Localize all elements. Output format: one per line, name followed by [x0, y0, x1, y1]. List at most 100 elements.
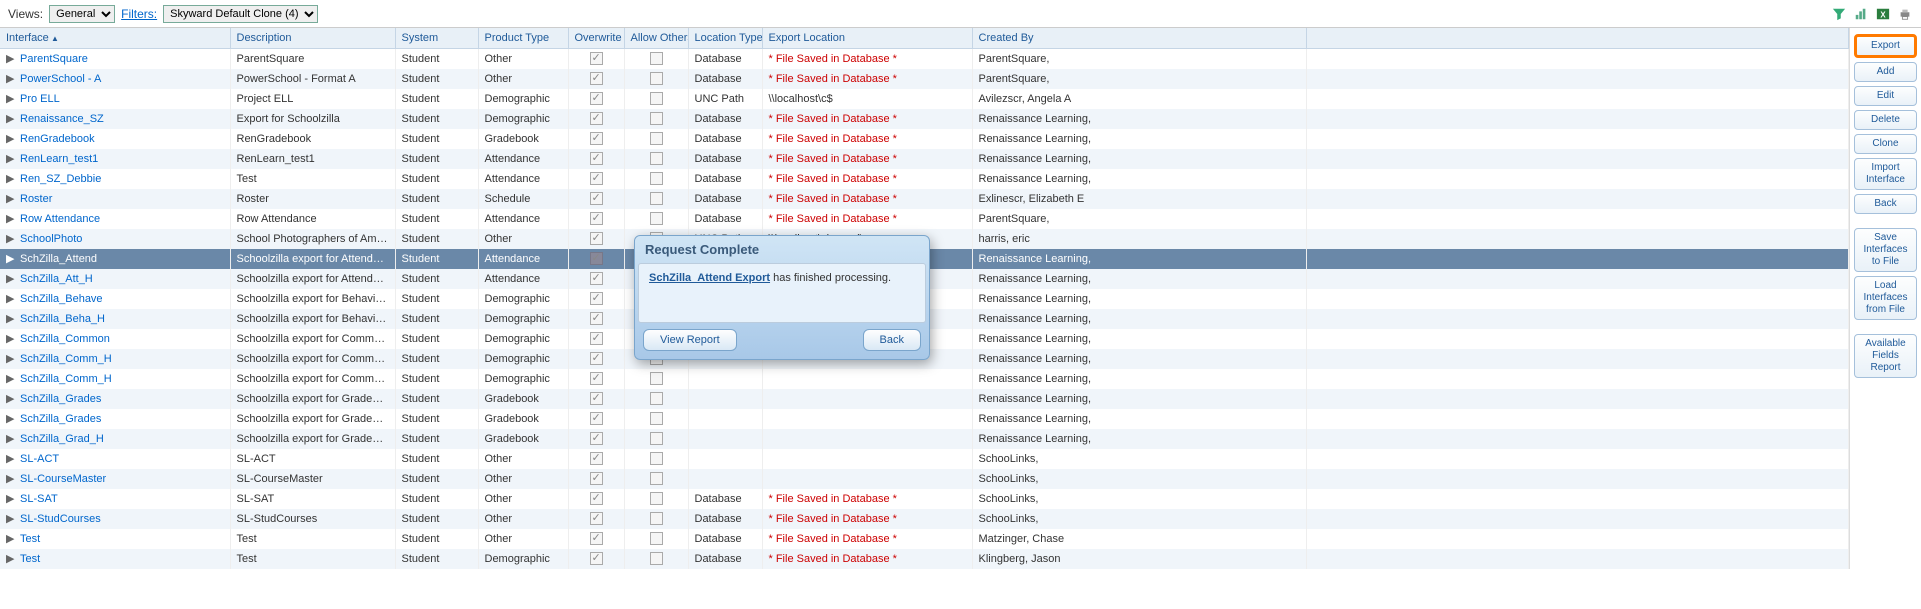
interface-name[interactable]: Test — [20, 533, 40, 545]
table-row[interactable]: ▶TestTestStudentOtherDatabase* File Save… — [0, 529, 1849, 549]
excel-icon[interactable]: X — [1875, 6, 1891, 22]
expand-icon[interactable]: ▶ — [6, 272, 16, 285]
interface-name[interactable]: ParentSquare — [20, 53, 88, 65]
table-row[interactable]: ▶SchZilla_Comm_HSchoolzilla export for C… — [0, 369, 1849, 389]
expand-icon[interactable]: ▶ — [6, 372, 16, 385]
interface-name[interactable]: RenLearn_test1 — [20, 153, 98, 165]
expand-icon[interactable]: ▶ — [6, 332, 16, 345]
save-interfaces-button[interactable]: Save Interfaces to File — [1854, 228, 1917, 272]
clone-button[interactable]: Clone — [1854, 134, 1917, 154]
col-allow-others[interactable]: Allow Others — [624, 28, 688, 49]
expand-icon[interactable]: ▶ — [6, 172, 16, 185]
expand-icon[interactable]: ▶ — [6, 212, 16, 225]
dialog-back-button[interactable]: Back — [863, 329, 921, 351]
dialog-export-link[interactable]: SchZilla_Attend Export — [649, 272, 770, 284]
interface-name[interactable]: PowerSchool - A — [20, 73, 101, 85]
print-icon[interactable] — [1897, 6, 1913, 22]
expand-icon[interactable]: ▶ — [6, 192, 16, 205]
expand-icon[interactable]: ▶ — [6, 472, 16, 485]
col-product-type[interactable]: Product Type — [478, 28, 568, 49]
expand-icon[interactable]: ▶ — [6, 72, 16, 85]
col-export-location[interactable]: Export Location — [762, 28, 972, 49]
col-location-type[interactable]: Location Type — [688, 28, 762, 49]
table-row[interactable]: ▶SchZilla_GradesSchoolzilla export for G… — [0, 409, 1849, 429]
table-row[interactable]: ▶SchZilla_GradesSchoolzilla export for G… — [0, 389, 1849, 409]
expand-icon[interactable]: ▶ — [6, 352, 16, 365]
interface-name[interactable]: Ren_SZ_Debbie — [20, 173, 101, 185]
expand-icon[interactable]: ▶ — [6, 532, 16, 545]
interface-name[interactable]: SchZilla_Att_H — [20, 273, 93, 285]
expand-icon[interactable]: ▶ — [6, 412, 16, 425]
filters-label[interactable]: Filters: — [121, 7, 157, 21]
interface-name[interactable]: SchZilla_Beha_H — [20, 313, 105, 325]
col-description[interactable]: Description — [230, 28, 395, 49]
table-row[interactable]: ▶PowerSchool - APowerSchool - Format ASt… — [0, 69, 1849, 89]
interface-name[interactable]: SchZilla_Attend — [20, 253, 97, 265]
interface-name[interactable]: SL-StudCourses — [20, 513, 101, 525]
interface-name[interactable]: Row Attendance — [20, 213, 100, 225]
load-interfaces-button[interactable]: Load Interfaces from File — [1854, 276, 1917, 320]
export-button[interactable]: Export — [1854, 34, 1917, 58]
chart-icon[interactable] — [1853, 6, 1869, 22]
interface-name[interactable]: SL-CourseMaster — [20, 473, 106, 485]
interface-name[interactable]: SchZilla_Comm_H — [20, 373, 112, 385]
back-button[interactable]: Back — [1854, 194, 1917, 214]
col-system[interactable]: System — [395, 28, 478, 49]
interface-name[interactable]: SchZilla_Grades — [20, 393, 101, 405]
interface-name[interactable]: SchZilla_Grad_H — [20, 433, 104, 445]
table-row[interactable]: ▶RenLearn_test1RenLearn_test1StudentAtte… — [0, 149, 1849, 169]
expand-icon[interactable]: ▶ — [6, 132, 16, 145]
table-row[interactable]: ▶Row AttendanceRow AttendanceStudentAtte… — [0, 209, 1849, 229]
import-interface-button[interactable]: Import Interface — [1854, 158, 1917, 190]
interface-name[interactable]: Renaissance_SZ — [20, 113, 104, 125]
table-row[interactable]: ▶TestTestStudentDemographicDatabase* Fil… — [0, 549, 1849, 569]
interface-name[interactable]: RenGradebook — [20, 133, 95, 145]
interface-name[interactable]: SL-SAT — [20, 493, 58, 505]
table-row[interactable]: ▶SL-SATSL-SATStudentOtherDatabase* File … — [0, 489, 1849, 509]
table-row[interactable]: ▶Renaissance_SZExport for SchoolzillaStu… — [0, 109, 1849, 129]
expand-icon[interactable]: ▶ — [6, 92, 16, 105]
table-row[interactable]: ▶Pro ELLProject ELLStudentDemographicUNC… — [0, 89, 1849, 109]
delete-button[interactable]: Delete — [1854, 110, 1917, 130]
interface-name[interactable]: SchZilla_Comm_H — [20, 353, 112, 365]
interface-name[interactable]: SchoolPhoto — [20, 233, 82, 245]
interface-name[interactable]: Pro ELL — [20, 93, 60, 105]
expand-icon[interactable]: ▶ — [6, 232, 16, 245]
table-row[interactable]: ▶SL-StudCoursesSL-StudCoursesStudentOthe… — [0, 509, 1849, 529]
col-created-by[interactable]: Created By — [972, 28, 1306, 49]
expand-icon[interactable]: ▶ — [6, 452, 16, 465]
available-fields-button[interactable]: Available Fields Report — [1854, 334, 1917, 378]
expand-icon[interactable]: ▶ — [6, 52, 16, 65]
expand-icon[interactable]: ▶ — [6, 512, 16, 525]
interface-name[interactable]: SL-ACT — [20, 453, 59, 465]
table-row[interactable]: ▶RenGradebookRenGradebookStudentGradeboo… — [0, 129, 1849, 149]
table-row[interactable]: ▶RosterRosterStudentScheduleDatabase* Fi… — [0, 189, 1849, 209]
view-report-button[interactable]: View Report — [643, 329, 737, 351]
table-row[interactable]: ▶SchZilla_Grad_HSchoolzilla export for G… — [0, 429, 1849, 449]
interface-name[interactable]: SchZilla_Common — [20, 333, 110, 345]
expand-icon[interactable]: ▶ — [6, 292, 16, 305]
expand-icon[interactable]: ▶ — [6, 312, 16, 325]
views-select[interactable]: General — [49, 5, 115, 23]
table-row[interactable]: ▶ParentSquareParentSquareStudentOtherDat… — [0, 49, 1849, 69]
filters-select[interactable]: Skyward Default Clone (4) — [163, 5, 318, 23]
expand-icon[interactable]: ▶ — [6, 152, 16, 165]
table-row[interactable]: ▶SL-ACTSL-ACTStudentOtherSchooLinks, — [0, 449, 1849, 469]
interface-name[interactable]: SchZilla_Behave — [20, 293, 103, 305]
expand-icon[interactable]: ▶ — [6, 492, 16, 505]
expand-icon[interactable]: ▶ — [6, 392, 16, 405]
col-interface[interactable]: Interface — [0, 28, 230, 49]
expand-icon[interactable]: ▶ — [6, 252, 16, 265]
table-row[interactable]: ▶SL-CourseMasterSL-CourseMasterStudentOt… — [0, 469, 1849, 489]
interface-name[interactable]: SchZilla_Grades — [20, 413, 101, 425]
expand-icon[interactable]: ▶ — [6, 112, 16, 125]
add-button[interactable]: Add — [1854, 62, 1917, 82]
col-overwrite[interactable]: Overwrite — [568, 28, 624, 49]
expand-icon[interactable]: ▶ — [6, 432, 16, 445]
edit-button[interactable]: Edit — [1854, 86, 1917, 106]
interface-name[interactable]: Roster — [20, 193, 52, 205]
filter-icon[interactable] — [1831, 6, 1847, 22]
table-row[interactable]: ▶Ren_SZ_DebbieTestStudentAttendanceDatab… — [0, 169, 1849, 189]
interface-name[interactable]: Test — [20, 553, 40, 565]
expand-icon[interactable]: ▶ — [6, 552, 16, 565]
